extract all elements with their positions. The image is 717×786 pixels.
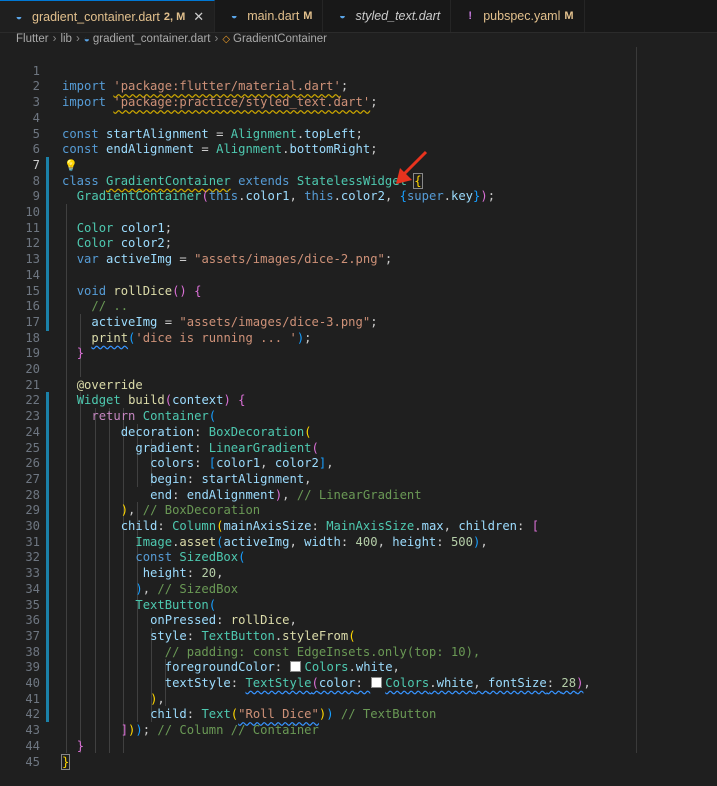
code-line: 5 const endAlignment = Alignment.bottomR… bbox=[0, 111, 717, 157]
code-line: 9 bbox=[0, 174, 717, 203]
code-line: 1 import 'package:flutter/material.dart'… bbox=[0, 48, 717, 94]
code-line: 26 begin: startAlignment, bbox=[0, 441, 717, 486]
tab-pubspec[interactable]: ! pubspec.yaml M bbox=[451, 0, 585, 32]
code-line: 37 // padding: const EdgeInsets.only(top… bbox=[0, 613, 717, 659]
code-line: 41 child: Text("Roll Dice")) // TextButt… bbox=[0, 676, 717, 722]
code-line: 12 var activeImg = "assets/images/dice-2… bbox=[0, 221, 717, 266]
code-line: 21 Widget build(context) { bbox=[0, 362, 717, 408]
tab-styled-text[interactable]: ◒ styled_text.dart bbox=[323, 0, 452, 32]
code-line: 11 Color color2; bbox=[0, 205, 717, 251]
code-line: 2 import 'package:practice/styled_text.d… bbox=[0, 64, 717, 109]
breadcrumb-folder[interactable]: lib bbox=[60, 33, 72, 45]
code-line: 17 print('dice is running ... '); bbox=[0, 299, 717, 345]
editor-tab-bar: ◒ gradient_container.dart 2, M ✕ ◒ main.… bbox=[0, 0, 717, 33]
code-line: 8 GradientContainer(this.color1, this.co… bbox=[0, 158, 717, 204]
tab-badge: M bbox=[303, 10, 313, 22]
red-arrow-annotation bbox=[396, 150, 428, 184]
chevron-right-icon: › bbox=[214, 33, 219, 45]
code-line: 44 } bbox=[0, 723, 717, 770]
tab-badge: M bbox=[564, 10, 574, 22]
tab-label: pubspec.yaml bbox=[483, 9, 561, 23]
code-line: 15 // .. bbox=[0, 268, 717, 314]
chevron-right-icon: › bbox=[75, 33, 80, 45]
yaml-warning-icon: ! bbox=[468, 10, 473, 22]
line-number: 45 bbox=[25, 754, 40, 769]
code-line: 42 ])); // Column // Container bbox=[0, 692, 717, 737]
code-line: 4 const startAlignment = Alignment.topLe… bbox=[0, 95, 717, 141]
dart-icon: ◒ bbox=[230, 10, 238, 22]
code-line: 28 ), // BoxDecoration bbox=[0, 472, 717, 518]
code-line: 22 return Container( bbox=[0, 378, 717, 423]
code-line: 34 TextButton( bbox=[0, 566, 717, 612]
breadcrumb-folder[interactable]: Flutter bbox=[16, 33, 49, 45]
breadcrumb-file[interactable]: gradient_container.dart bbox=[93, 33, 211, 45]
code-line: 39 textStyle: TextStyle(color: Colors.wh… bbox=[0, 645, 717, 690]
code-line: 31 const SizedBox( bbox=[0, 519, 717, 565]
code-line: 24 gradient: LinearGradient( bbox=[0, 409, 717, 455]
code-line: 29 child: Column(mainAxisSize: MainAxisS… bbox=[0, 488, 717, 533]
code-line: 3 bbox=[0, 79, 717, 109]
code-line: 38 foregroundColor: Colors.white, bbox=[0, 629, 717, 675]
dart-icon: ◒ bbox=[339, 10, 346, 22]
dart-icon: ◒ bbox=[15, 10, 23, 23]
tab-gradient-container[interactable]: ◒ gradient_container.dart 2, M ✕ bbox=[0, 0, 216, 32]
code-line: 32 height: 20, bbox=[0, 535, 717, 580]
code-line: 18 } bbox=[0, 315, 717, 361]
code-line: 7 class GradientContainer extends Statel… bbox=[0, 142, 717, 189]
code-line: 43 } bbox=[0, 707, 717, 753]
class-symbol-icon: ◇ bbox=[222, 33, 231, 45]
code-editor[interactable]: 1 import 'package:flutter/material.dart'… bbox=[0, 47, 717, 770]
close-icon[interactable]: ✕ bbox=[193, 9, 204, 25]
tab-main[interactable]: ◒ main.dart M bbox=[215, 0, 324, 32]
code-line: 45 bbox=[0, 739, 717, 769]
code-line: 25 colors: [color1, color2], bbox=[0, 425, 717, 471]
code-line: 19 bbox=[0, 331, 717, 360]
chevron-right-icon: › bbox=[52, 33, 57, 45]
tab-label: styled_text.dart bbox=[355, 9, 441, 23]
code-line: 36 style: TextButton.styleFrom( bbox=[0, 598, 717, 643]
code-line: 13 bbox=[0, 236, 717, 266]
code-line: 10 Color color1; bbox=[0, 189, 717, 235]
code-line: 20 @override bbox=[0, 346, 717, 392]
code-line: 6 💡 bbox=[0, 127, 717, 172]
code-line: 30 Image.asset(activeImg, width: 400, he… bbox=[0, 503, 717, 549]
breadcrumb: Flutter › lib › ◒ gradient_container.dar… bbox=[0, 32, 717, 46]
breadcrumb-symbol[interactable]: GradientContainer bbox=[233, 33, 327, 45]
code-line: 33 ), // SizedBox bbox=[0, 550, 717, 596]
dart-icon: ◒ bbox=[83, 33, 90, 45]
code-line: 16 activeImg = "assets/images/dice-3.png… bbox=[0, 284, 717, 329]
code-line: 27 end: endAlignment), // LinearGradient bbox=[0, 456, 717, 502]
code-line: 14 void rollDice() { bbox=[0, 252, 717, 298]
code-line: 35 onPressed: rollDice, bbox=[0, 582, 717, 628]
tab-label: gradient_container.dart bbox=[32, 9, 160, 24]
code-line: 23 decoration: BoxDecoration( bbox=[0, 393, 717, 439]
tab-badge: 2, M bbox=[163, 10, 186, 23]
tab-label: main.dart bbox=[247, 9, 300, 23]
code-line: 40 ), bbox=[0, 660, 717, 706]
